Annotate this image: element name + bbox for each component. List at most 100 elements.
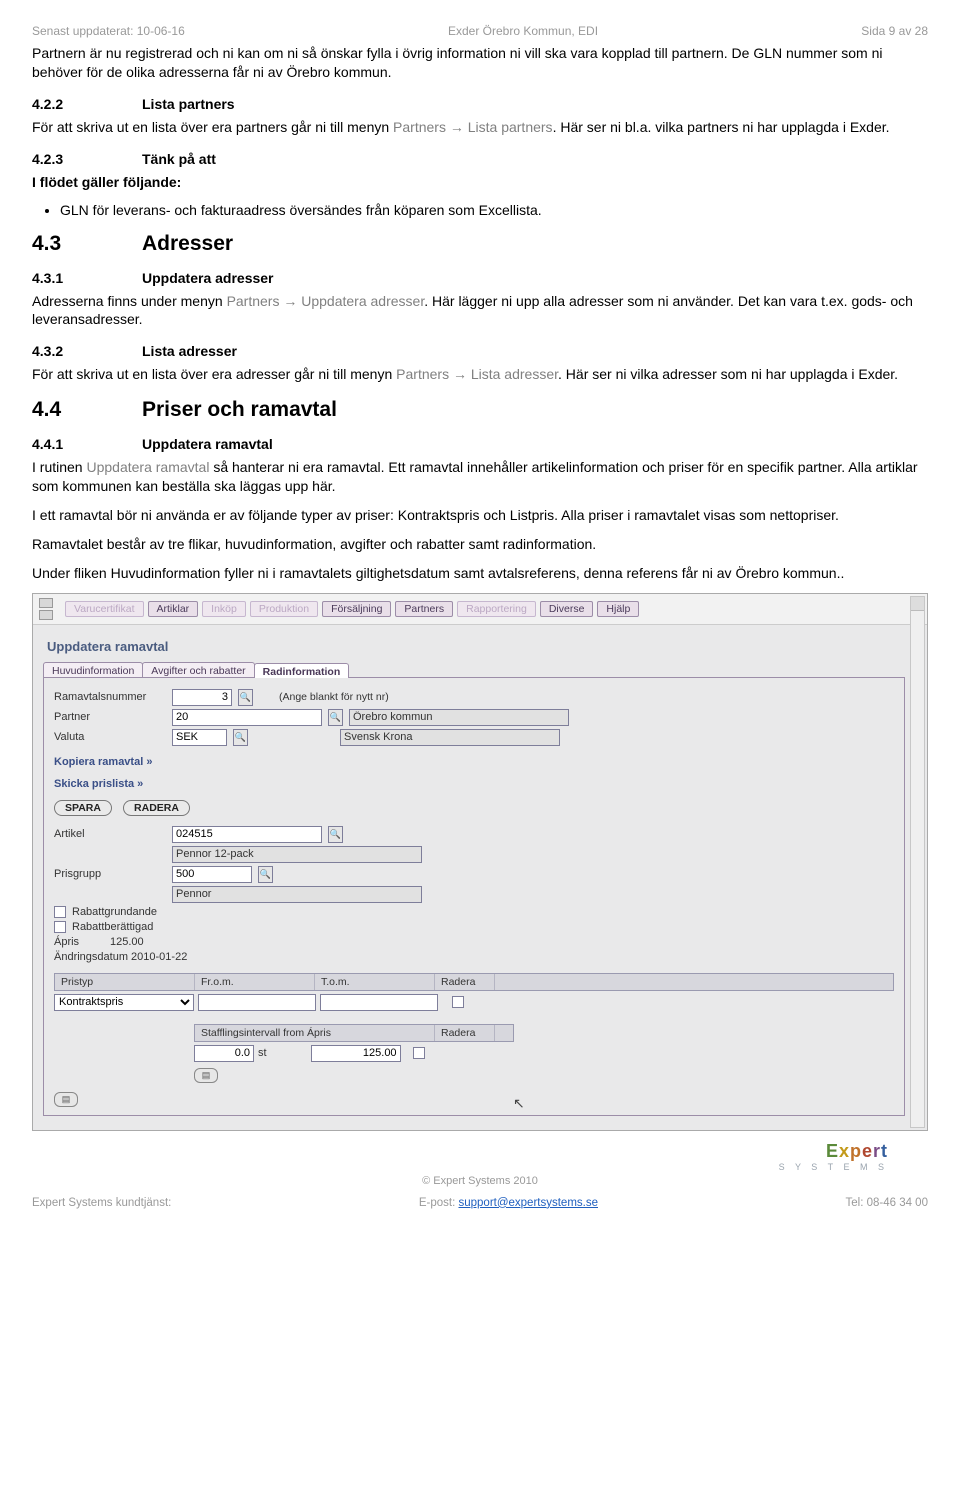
input-partner[interactable] xyxy=(172,709,322,726)
heading-num: 4.4 xyxy=(32,398,142,422)
s423-list: GLN för leverans- och fakturaadress över… xyxy=(60,202,928,218)
lookup-icon[interactable]: 🔍 xyxy=(328,826,343,843)
s432-paragraph: För att skriva ut en lista över era adre… xyxy=(32,365,928,384)
link-kopiera-ramavtal[interactable]: Kopiera ramavtal » xyxy=(54,756,894,768)
menu-forsaljning[interactable]: Försäljning xyxy=(322,601,391,617)
menu-rapportering[interactable]: Rapportering xyxy=(457,601,536,617)
tab-radinformation[interactable]: Radinformation xyxy=(254,663,350,678)
page-footer: Expert Systems kundtjänst: E-post: suppo… xyxy=(0,1195,960,1219)
grid-row-pristyp: Kontraktspris xyxy=(54,991,894,1014)
menu-artiklar[interactable]: Artiklar xyxy=(148,601,199,617)
logo-systems: S Y S T E M S xyxy=(779,1162,888,1172)
menu-path: Partners → Uppdatera adresser xyxy=(227,293,425,309)
menu-path: Partners → Lista partners xyxy=(393,119,553,135)
label-artikel: Artikel xyxy=(54,828,166,840)
select-pristyp[interactable]: Kontraktspris xyxy=(54,994,194,1011)
list-item: GLN för leverans- och fakturaadress över… xyxy=(60,202,928,218)
scroll-up-icon[interactable] xyxy=(911,597,924,611)
grid-header-staffling: Stafflingsintervall from Ápris Radera xyxy=(194,1024,514,1042)
s441-p4: Under fliken Huvudinformation fyller ni … xyxy=(32,564,928,583)
lookup-icon[interactable]: 🔍 xyxy=(328,709,343,726)
heading-num: 4.2.2 xyxy=(32,96,142,112)
checkbox-rabattberattigad[interactable] xyxy=(54,921,66,933)
heading-text: Adresser xyxy=(142,232,233,255)
button-radera[interactable]: RADERA xyxy=(123,800,190,816)
footer-left: Expert Systems kundtjänst: xyxy=(32,1197,171,1209)
s441-p1: I rutinen Uppdatera ramavtal så hanterar… xyxy=(32,458,928,496)
lookup-icon[interactable]: 🔍 xyxy=(258,866,273,883)
label-prisgrupp: Prisgrupp xyxy=(54,868,166,880)
menu-hjalp[interactable]: Hjälp xyxy=(597,601,639,617)
label-apris: Ápris xyxy=(54,936,104,948)
col-staffling: Stafflingsintervall from Ápris xyxy=(195,1025,435,1041)
menu-produktion[interactable]: Produktion xyxy=(250,601,318,617)
label-andringsdatum: Ändringsdatum 2010-01-22 xyxy=(54,951,187,963)
s441-p3: Ramavtalet består av tre flikar, huvudin… xyxy=(32,535,928,554)
text: . Här ser ni vilka adresser som ni har u… xyxy=(558,366,898,382)
app-screenshot: Varucertifikat Artiklar Inköp Produktion… xyxy=(32,593,928,1131)
logo-expert: Expert xyxy=(779,1141,888,1162)
tab-avgifter[interactable]: Avgifter och rabatter xyxy=(142,662,254,677)
input-prisgrupp[interactable] xyxy=(172,866,252,883)
menu-partners[interactable]: Partners xyxy=(395,601,453,617)
checkbox-radera-staff[interactable] xyxy=(413,1047,425,1059)
input-tom[interactable] xyxy=(320,994,438,1011)
heading-num: 4.3 xyxy=(32,232,142,256)
heading-num: 4.2.3 xyxy=(32,151,142,167)
heading-4-4-1: 4.4.1Uppdatera ramavtal xyxy=(32,436,928,452)
heading-text: Lista partners xyxy=(142,96,235,112)
header-updated: Senast uppdaterat: 10-06-16 xyxy=(32,24,185,38)
footer-mid: E-post: support@expertsystems.se xyxy=(419,1197,598,1209)
col-tom: T.o.m. xyxy=(315,974,435,990)
text: För att skriva ut en lista över era adre… xyxy=(32,366,396,382)
tab-huvudinformation[interactable]: Huvudinformation xyxy=(43,662,143,677)
label-rabattgrundande: Rabattgrundande xyxy=(72,906,157,918)
add-row-icon[interactable]: ▤ xyxy=(194,1068,218,1083)
s423-lead: I flödet gäller följande: xyxy=(32,173,928,192)
input-from[interactable] xyxy=(198,994,316,1011)
heading-num: 4.3.2 xyxy=(32,343,142,359)
input-ramavtalsnummer[interactable] xyxy=(172,689,232,706)
home-icon[interactable] xyxy=(39,598,53,608)
s422-paragraph: För att skriva ut en lista över era part… xyxy=(32,118,928,137)
scrollbar[interactable] xyxy=(910,596,925,1128)
add-row-icon[interactable]: ▤ xyxy=(54,1092,78,1107)
unit-st: st xyxy=(258,1047,267,1059)
readonly-partner-name xyxy=(349,709,569,726)
heading-text: Lista adresser xyxy=(142,343,237,359)
checkbox-rabattgrundande[interactable] xyxy=(54,906,66,918)
menu-inkop[interactable]: Inköp xyxy=(202,601,246,617)
text: Adresserna finns under menyn xyxy=(32,293,227,309)
lookup-icon[interactable]: 🔍 xyxy=(238,689,253,706)
col-from: Fr.o.m. xyxy=(195,974,315,990)
checkbox-radera-row[interactable] xyxy=(452,996,464,1008)
menu-diverse[interactable]: Diverse xyxy=(540,601,594,617)
text: I rutinen xyxy=(32,459,86,475)
grid-header-pristyp: Pristyp Fr.o.m. T.o.m. Radera xyxy=(54,973,894,991)
footer-email-link[interactable]: support@expertsystems.se xyxy=(458,1197,598,1209)
input-valuta[interactable] xyxy=(172,729,227,746)
heading-text: Uppdatera ramavtal xyxy=(142,436,273,452)
note-ramavtalsnummer: (Ange blankt för nytt nr) xyxy=(279,691,389,703)
header-pagenum: Sida 9 av 28 xyxy=(861,24,928,38)
readonly-prisgrupp-name xyxy=(172,886,422,903)
page-header: Senast uppdaterat: 10-06-16 Exder Örebro… xyxy=(32,24,928,38)
header-title: Exder Örebro Kommun, EDI xyxy=(448,24,598,38)
heading-num: 4.4.1 xyxy=(32,436,142,452)
heading-4-3-2: 4.3.2Lista adresser xyxy=(32,343,928,359)
input-staff-from[interactable] xyxy=(194,1045,254,1062)
routine-name: Uppdatera ramavtal xyxy=(86,459,209,475)
menu-varucertifikat[interactable]: Varucertifikat xyxy=(65,601,144,617)
button-spara[interactable]: SPARA xyxy=(54,800,112,816)
heading-text: Tänk på att xyxy=(142,151,216,167)
input-artikel[interactable] xyxy=(172,826,322,843)
footer-right: Tel: 08-46 34 00 xyxy=(846,1197,928,1209)
link-skicka-prislista[interactable]: Skicka prislista » xyxy=(54,778,894,790)
grid-row-staffling: st xyxy=(194,1042,894,1065)
input-staff-apris[interactable] xyxy=(311,1045,401,1062)
heading-4-2-3: 4.2.3Tänk på att xyxy=(32,151,928,167)
label-rabattberattigad: Rabattberättigad xyxy=(72,921,153,933)
heading-4-3-1: 4.3.1Uppdatera adresser xyxy=(32,270,928,286)
list-icon[interactable] xyxy=(39,610,53,620)
lookup-icon[interactable]: 🔍 xyxy=(233,729,248,746)
